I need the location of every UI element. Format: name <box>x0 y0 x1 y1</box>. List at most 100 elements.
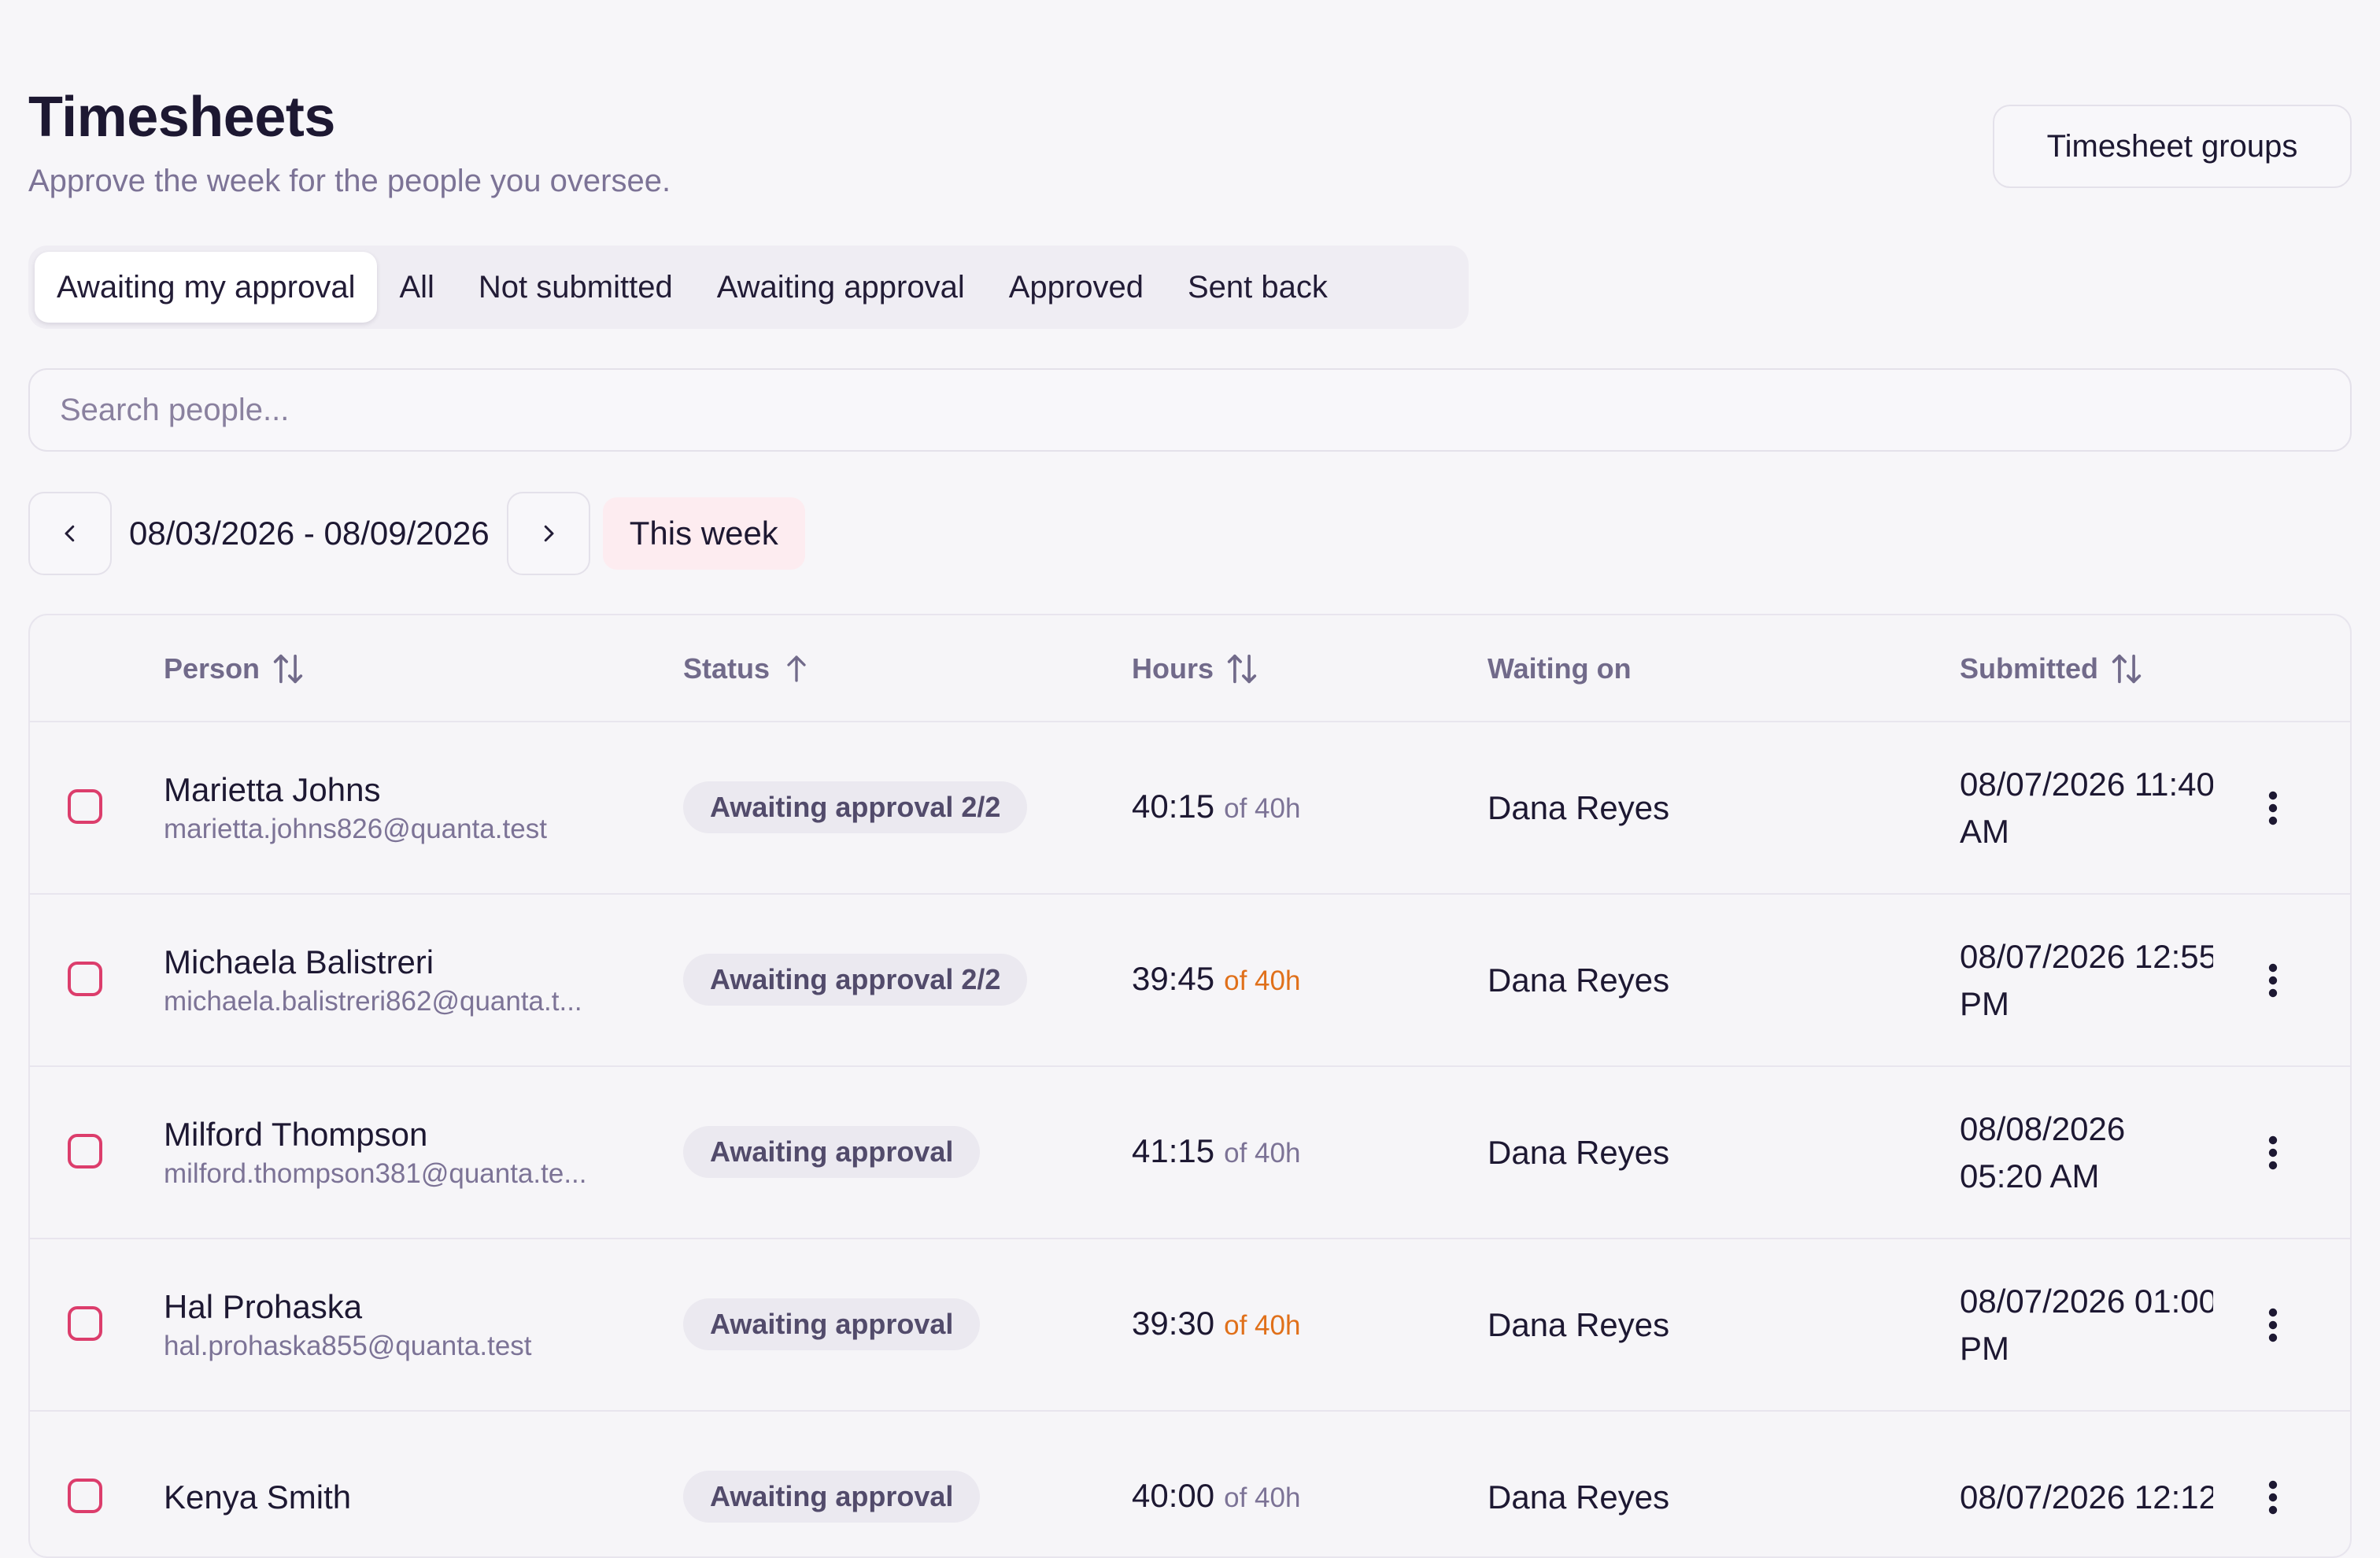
status-badge: Awaiting approval <box>683 1298 981 1350</box>
more-vertical-icon <box>2268 791 2278 825</box>
person-cell: Marietta Johns marietta.johns826@quanta.… <box>164 722 547 893</box>
timesheets-page: Timesheets Approve the week for the peop… <box>28 0 2352 1558</box>
person-name: Hal Prohaska <box>164 1287 363 1325</box>
person-email: hal.prohaska855@quanta.test <box>164 1330 532 1361</box>
submitted-date: 08/07/2026 11:40 <box>1960 765 2213 803</box>
waiting-on-cell: Dana Reyes <box>1488 1305 1670 1343</box>
tab-awaiting-my-approval[interactable]: Awaiting my approval <box>35 252 378 323</box>
row-select-checkbox[interactable] <box>68 1478 102 1513</box>
row-select-checkbox[interactable] <box>68 788 102 824</box>
next-week-button[interactable] <box>506 492 590 575</box>
person-email: milford.thompson381@quanta.te... <box>164 1157 587 1189</box>
row-select-checkbox[interactable] <box>68 1133 102 1168</box>
table-header: Person Status Hours Waiting on Submitted <box>30 615 2350 722</box>
submitted-cell: 08/07/2026 11:40 AM <box>1960 761 2213 855</box>
submitted-cell: 08/07/2026 01:00 PM <box>1960 1278 2213 1372</box>
table-row[interactable]: Kenya Smith Awaiting approval 40:00 of 4… <box>30 1412 2350 1556</box>
person-name: Kenya Smith <box>164 1478 352 1516</box>
more-vertical-icon <box>2268 1135 2278 1169</box>
row-actions-button[interactable] <box>2257 957 2289 1004</box>
row-actions-button[interactable] <box>2257 1474 2289 1521</box>
person-cell: Milford Thompson milford.thompson381@qua… <box>164 1067 587 1238</box>
submitted-time: PM <box>1960 1329 2009 1367</box>
tab-awaiting-approval[interactable]: Awaiting approval <box>695 252 987 323</box>
submitted-cell: 08/07/2026 12:55 PM <box>1960 933 2213 1028</box>
hours-cell: 41:15 of 40h <box>1132 1132 1300 1173</box>
more-vertical-icon <box>2268 963 2278 997</box>
person-email: michaela.balistreri862@quanta.t... <box>164 985 582 1017</box>
submitted-cell: 08/08/2026 05:20 AM <box>1960 1106 2213 1200</box>
status-badge: Awaiting approval 2/2 <box>683 781 1028 833</box>
hours-cell: 40:00 of 40h <box>1132 1477 1300 1518</box>
column-person[interactable]: Person <box>164 615 305 722</box>
previous-week-button[interactable] <box>28 492 112 575</box>
submitted-time: AM <box>1960 812 2009 850</box>
submitted-time: 05:20 AM <box>1960 1157 2100 1194</box>
tab-all[interactable]: All <box>377 252 456 323</box>
row-select-checkbox[interactable] <box>68 1305 102 1341</box>
table-row[interactable]: Milford Thompson milford.thompson381@qua… <box>30 1067 2350 1239</box>
timesheets-table: Person Status Hours Waiting on Submitted <box>28 614 2352 1558</box>
hours-value: 40:15 <box>1132 787 1215 825</box>
row-actions-button[interactable] <box>2257 785 2289 832</box>
column-waiting-on: Waiting on <box>1488 615 1632 722</box>
row-actions-button[interactable] <box>2257 1301 2289 1349</box>
column-hours-label: Hours <box>1132 652 1214 685</box>
page-subtitle: Approve the week for the people you over… <box>28 164 671 198</box>
table-row[interactable]: Michaela Balistreri michaela.balistreri8… <box>30 895 2350 1067</box>
sort-both-icon <box>2112 654 2142 684</box>
person-name: Marietta Johns <box>164 770 381 808</box>
column-status[interactable]: Status <box>683 615 812 722</box>
submitted-date: 08/07/2026 12:12 <box>1960 1478 2213 1516</box>
submitted-time: PM <box>1960 984 2009 1022</box>
row-select-checkbox[interactable] <box>68 961 102 996</box>
person-name: Milford Thompson <box>164 1115 428 1153</box>
status-badge: Awaiting approval <box>683 1470 981 1523</box>
sort-both-icon <box>1227 654 1257 684</box>
hours-cell: 39:30 of 40h <box>1132 1305 1300 1346</box>
submitted-cell: 08/07/2026 12:12 <box>1960 1474 2213 1521</box>
this-week-button[interactable]: This week <box>602 497 805 570</box>
person-cell: Kenya Smith <box>164 1412 352 1556</box>
column-waiting-on-label: Waiting on <box>1488 652 1632 685</box>
hours-value: 39:30 <box>1132 1304 1215 1342</box>
column-status-label: Status <box>683 652 771 685</box>
week-date-range: 08/03/2026 - 08/09/2026 <box>129 515 490 552</box>
person-name: Michaela Balistreri <box>164 943 434 980</box>
status-badge: Awaiting approval 2/2 <box>683 953 1028 1006</box>
week-navigator: 08/03/2026 - 08/09/2026 This week <box>28 491 805 576</box>
tab-sent-back[interactable]: Sent back <box>1166 252 1350 323</box>
hours-target: of 40h <box>1224 792 1301 824</box>
waiting-on-cell: Dana Reyes <box>1488 1133 1670 1171</box>
sort-ascending-icon <box>787 655 806 682</box>
search-input[interactable] <box>28 368 2352 452</box>
tab-not-submitted[interactable]: Not submitted <box>456 252 695 323</box>
sort-both-icon <box>273 654 303 684</box>
tab-approved[interactable]: Approved <box>987 252 1166 323</box>
more-vertical-icon <box>2268 1308 2278 1342</box>
timesheet-groups-button[interactable]: Timesheet groups <box>1993 105 2352 188</box>
hours-target: of 40h <box>1224 1137 1301 1168</box>
page-title: Timesheets <box>28 86 335 149</box>
hours-value: 40:00 <box>1132 1476 1215 1514</box>
column-hours[interactable]: Hours <box>1132 615 1259 722</box>
chevron-right-icon <box>544 525 554 542</box>
table-row[interactable]: Marietta Johns marietta.johns826@quanta.… <box>30 722 2350 895</box>
chevron-left-icon <box>65 525 75 542</box>
person-cell: Michaela Balistreri michaela.balistreri8… <box>164 895 582 1065</box>
hours-target: of 40h <box>1224 1309 1301 1341</box>
row-actions-button[interactable] <box>2257 1129 2289 1176</box>
hours-target: of 40h <box>1224 965 1301 996</box>
column-person-label: Person <box>164 652 261 685</box>
table-row[interactable]: Hal Prohaska hal.prohaska855@quanta.test… <box>30 1239 2350 1412</box>
column-submitted-label: Submitted <box>1960 652 2098 685</box>
submitted-date: 08/07/2026 12:55 <box>1960 937 2213 975</box>
waiting-on-cell: Dana Reyes <box>1488 961 1670 999</box>
hours-cell: 40:15 of 40h <box>1132 788 1300 829</box>
more-vertical-icon <box>2268 1480 2278 1514</box>
waiting-on-cell: Dana Reyes <box>1488 1478 1670 1516</box>
hours-value: 39:45 <box>1132 959 1215 997</box>
waiting-on-cell: Dana Reyes <box>1488 788 1670 826</box>
person-email: marietta.johns826@quanta.test <box>164 813 547 844</box>
column-submitted[interactable]: Submitted <box>1960 615 2144 722</box>
